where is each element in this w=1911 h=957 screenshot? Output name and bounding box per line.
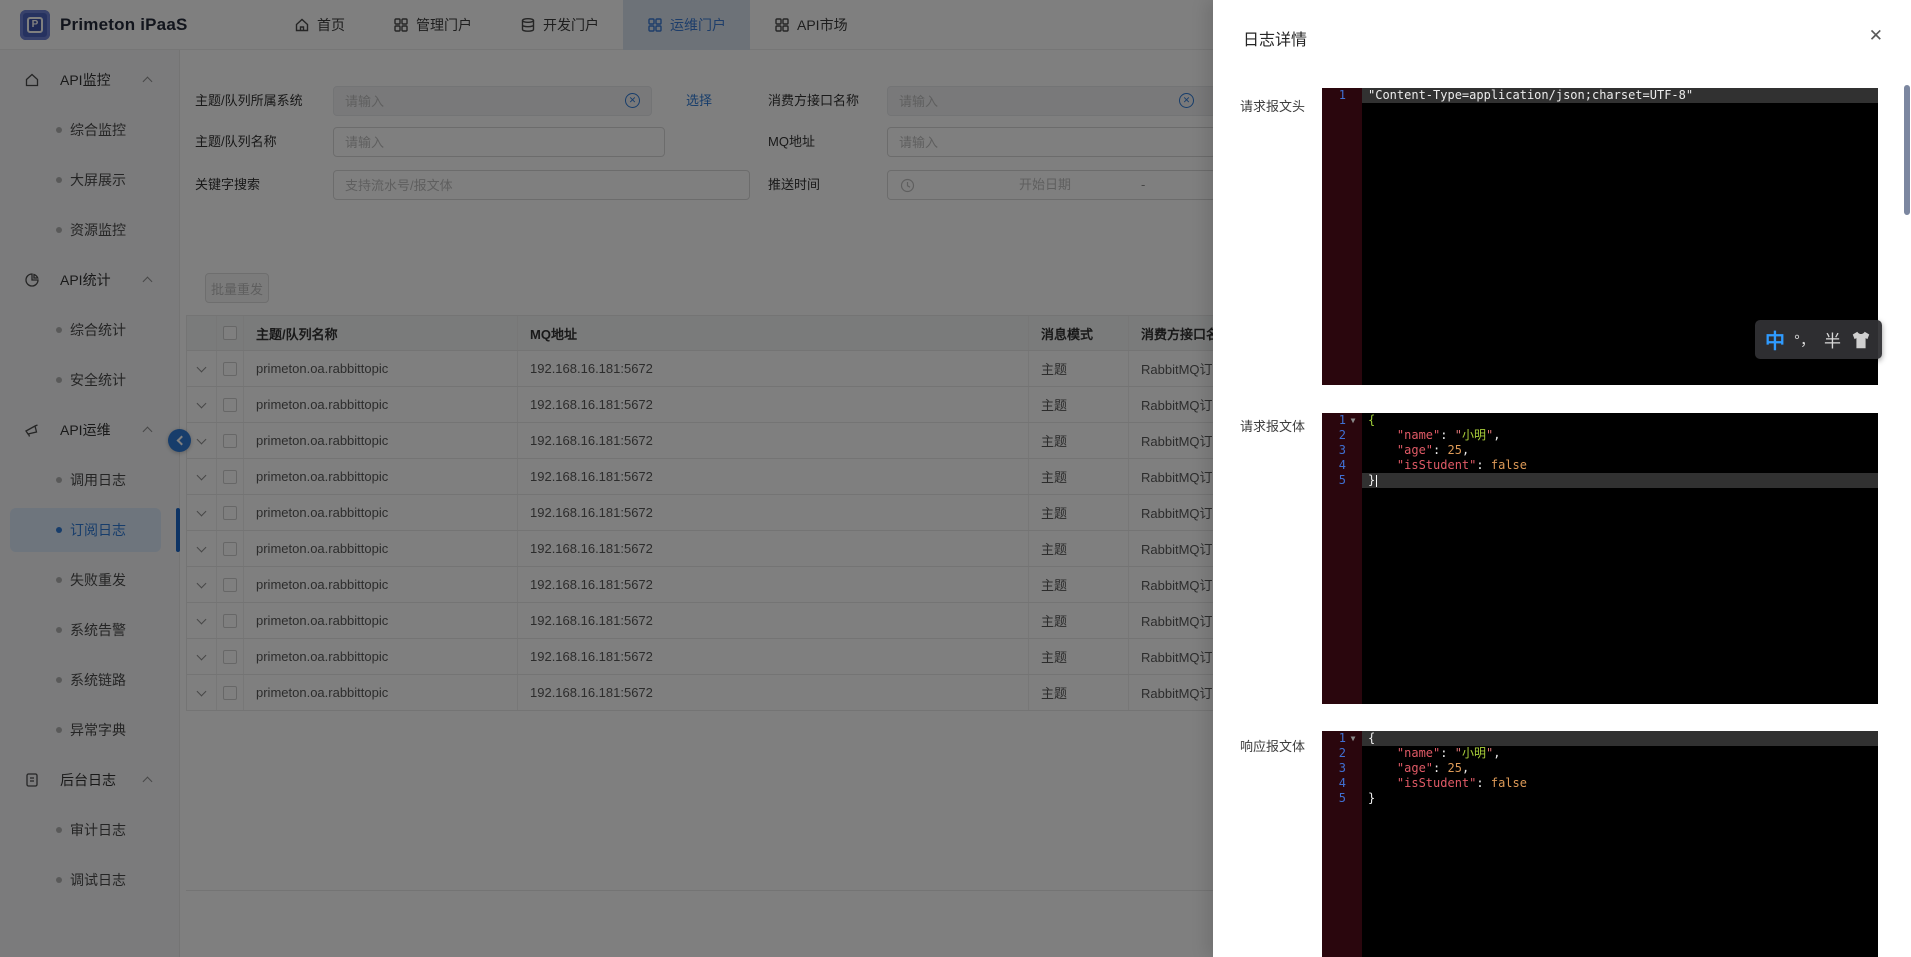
ime-status-widget: 中 °， 半: [1755, 320, 1882, 359]
section-label-request-headers: 请求报文头: [1240, 99, 1306, 114]
ime-width-mode[interactable]: 半: [1824, 327, 1841, 352]
ime-theme-tshirt-icon[interactable]: [1850, 330, 1872, 350]
ime-language-mode[interactable]: 中: [1765, 325, 1785, 354]
app-root: P Primeton iPaaS 首页 管理门户 开发门户 运维门户 A: [0, 0, 1911, 957]
code-editor-response-body[interactable]: 1 ▼{2 "name": "小明", 3 "age": 25, 4 "isStude…: [1322, 731, 1878, 957]
drawer-title: 日志详情: [1243, 32, 1308, 49]
log-detail-drawer: 日志详情 ✕ 请求报文头 1 "Content-Type=application/…: [1213, 0, 1911, 957]
close-icon[interactable]: ✕: [1869, 27, 1883, 44]
section-label-response-body: 响应报文体: [1240, 739, 1306, 754]
drawer-scrollbar-thumb[interactable]: [1904, 85, 1910, 215]
code-editor-request-body[interactable]: 1 ▼{2 "name": "小明", 3 "age": 25, 4 "isStude…: [1322, 413, 1878, 704]
ime-punctuation-mode[interactable]: °，: [1794, 329, 1815, 350]
section-label-request-body: 请求报文体: [1240, 419, 1306, 434]
